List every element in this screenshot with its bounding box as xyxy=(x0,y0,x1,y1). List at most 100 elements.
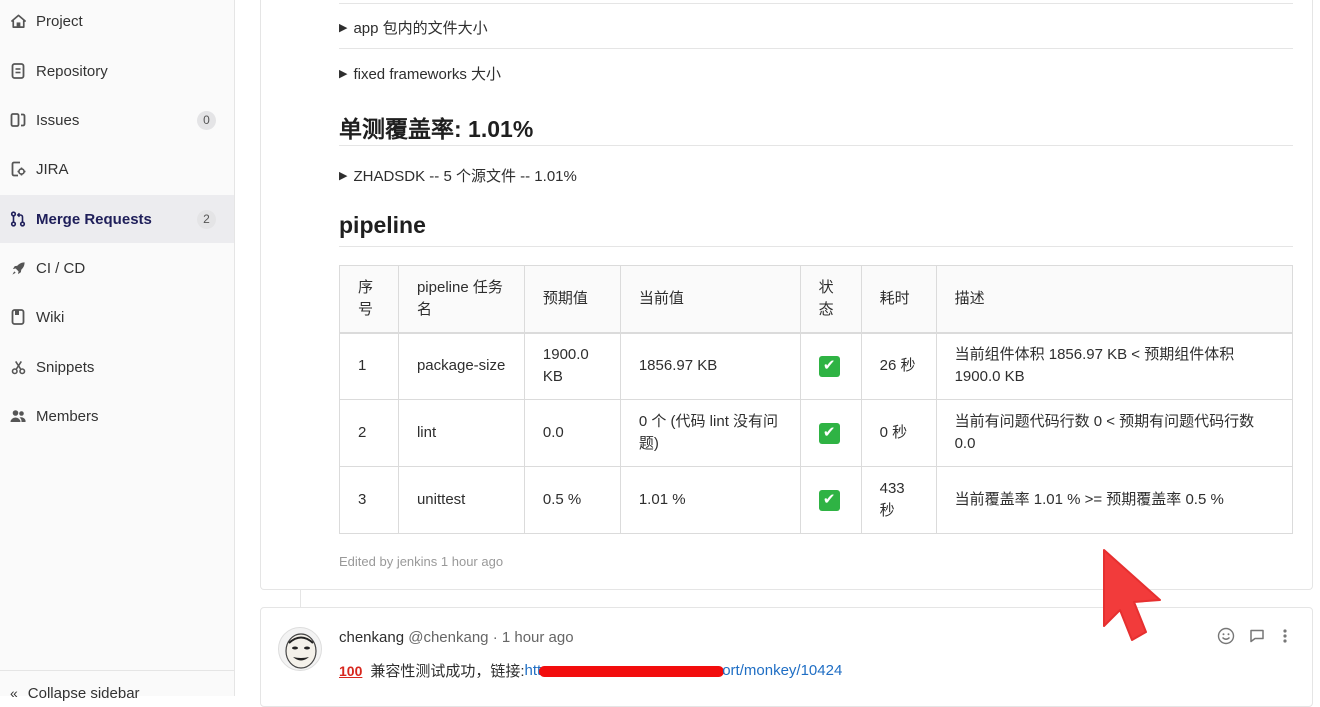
sidebar-item-project[interactable]: Project xyxy=(0,0,234,45)
cell-expected: 0.5 % xyxy=(523,466,621,534)
cell-id: 2 xyxy=(339,399,399,467)
cell-expected: 1900.0 KB xyxy=(523,332,621,400)
column-header: 预期值 xyxy=(523,265,621,334)
check-mark-icon: ✔ xyxy=(818,355,840,377)
sidebar-item-label: Issues xyxy=(36,111,80,129)
cell-current: 0 个 (代码 lint 没有问题) xyxy=(619,399,801,467)
comment-text: 兼容性测试成功，链接: xyxy=(370,663,525,680)
divider xyxy=(339,48,1293,49)
details-summary: app 包内的文件大小 xyxy=(353,20,488,37)
sidebar-item-jira[interactable]: JIRA xyxy=(0,145,234,193)
merge-request-icon xyxy=(10,211,26,227)
sidebar-item-label: Snippets xyxy=(36,358,95,376)
reply-button[interactable] xyxy=(1247,626,1267,646)
cell-description: 当前有问题代码行数 0 < 预期有问题代码行数 0.0 xyxy=(935,399,1294,467)
cell-current: 1856.97 KB xyxy=(619,332,801,400)
collapse-sidebar-button[interactable]: « Collapse sidebar xyxy=(0,670,234,702)
author-name[interactable]: chenkang xyxy=(339,629,404,646)
pipeline-heading: pipeline xyxy=(339,212,426,238)
sidebar-item-label: CI / CD xyxy=(36,259,86,277)
home-icon xyxy=(10,13,26,29)
table-row: 2 lint 0.0 0 个 (代码 lint 没有问题) ✔ 0 秒 当前有问… xyxy=(339,399,1294,467)
scissors-icon xyxy=(10,359,26,375)
users-icon xyxy=(10,408,26,424)
column-header: 当前值 xyxy=(619,265,801,334)
column-header: 状态 xyxy=(799,265,862,334)
triangle-right-icon: ▶ xyxy=(339,22,348,34)
cell-status: ✔ xyxy=(799,399,862,467)
sidebar-item-ci-cd[interactable]: CI / CD xyxy=(0,244,234,292)
sidebar-item-label: Repository xyxy=(36,62,108,80)
sidebar-item-label: Project xyxy=(36,12,83,30)
hundred-points-icon: 100 xyxy=(339,662,363,679)
author-handle[interactable]: @chenkang xyxy=(408,629,488,646)
mouse-pointer-icon xyxy=(1102,548,1164,653)
redaction-mark xyxy=(539,665,725,677)
smiley-icon xyxy=(1217,627,1235,645)
add-reaction-button[interactable] xyxy=(1216,626,1236,646)
sidebar: Project Repository Issues 0 JIRA Merge R… xyxy=(0,0,235,702)
sidebar-item-merge-requests[interactable]: Merge Requests 2 xyxy=(0,195,234,243)
double-chevron-left-icon: « xyxy=(10,685,18,701)
coverage-heading: 单测覆盖率: 1.01% xyxy=(339,116,534,142)
pipeline-table: 序号 pipeline 任务名 预期值 当前值 状态 耗时 描述 1 packa… xyxy=(339,265,1294,534)
timeline-connector xyxy=(300,590,301,607)
details-summary: ZHADSDK -- 5 个源文件 -- 1.01% xyxy=(353,168,577,185)
table-row: 1 package-size 1900.0 KB 1856.97 KB ✔ 26… xyxy=(339,332,1294,400)
sidebar-item-snippets[interactable]: Snippets xyxy=(0,343,234,391)
sidebar-item-label: JIRA xyxy=(36,160,69,178)
column-header: 耗时 xyxy=(860,265,937,334)
triangle-right-icon: ▶ xyxy=(339,68,348,80)
details-fixed-frameworks[interactable]: ▶ fixed frameworks 大小 xyxy=(339,63,501,84)
comment-link[interactable]: htt ort/monkey/10424 xyxy=(525,662,843,679)
sidebar-item-members[interactable]: Members xyxy=(0,392,234,440)
cell-task: unittest xyxy=(397,466,525,534)
jira-icon xyxy=(10,161,26,177)
cell-expected: 0.0 xyxy=(523,399,621,467)
more-actions-button[interactable] xyxy=(1275,626,1295,646)
column-header: 序号 xyxy=(339,265,399,334)
column-header: 描述 xyxy=(935,265,1294,334)
divider xyxy=(339,246,1293,247)
sidebar-item-wiki[interactable]: Wiki xyxy=(0,293,234,341)
comment-time: · 1 hour ago xyxy=(492,629,574,646)
table-header-row: 序号 pipeline 任务名 预期值 当前值 状态 耗时 描述 xyxy=(339,265,1294,334)
cell-current: 1.01 % xyxy=(619,466,801,534)
details-app-file-size[interactable]: ▶ app 包内的文件大小 xyxy=(339,17,488,38)
avatar[interactable] xyxy=(278,627,322,671)
link-end: ort/monkey/10424 xyxy=(722,662,843,679)
cell-duration: 0 秒 xyxy=(860,399,937,467)
cell-description: 当前覆盖率 1.01 % >= 预期覆盖率 0.5 % xyxy=(935,466,1294,534)
details-summary: fixed frameworks 大小 xyxy=(353,66,502,83)
sidebar-item-label: Wiki xyxy=(36,308,65,326)
cell-description: 当前组件体积 1856.97 KB < 预期组件体积 1900.0 KB xyxy=(935,332,1294,400)
document-icon xyxy=(10,63,26,79)
check-mark-icon: ✔ xyxy=(818,422,840,444)
cell-task: package-size xyxy=(397,332,525,400)
cell-status: ✔ xyxy=(799,466,862,534)
issues-icon xyxy=(10,112,26,128)
triangle-right-icon: ▶ xyxy=(339,170,348,182)
cell-duration: 433 秒 xyxy=(860,466,937,534)
comment-icon xyxy=(1250,629,1264,643)
check-mark-icon: ✔ xyxy=(818,489,840,511)
ellipsis-vertical-icon xyxy=(1283,629,1287,643)
cell-duration: 26 秒 xyxy=(860,332,937,400)
comment-author: chenkang @chenkang · 1 hour ago xyxy=(339,629,574,646)
issues-count-badge: 0 xyxy=(197,110,216,130)
edited-by-text: Edited by jenkins 1 hour ago xyxy=(339,554,504,569)
column-header: pipeline 任务名 xyxy=(397,265,525,334)
book-icon xyxy=(10,309,26,325)
merge-requests-count-badge: 2 xyxy=(197,209,216,229)
details-zhadsdk[interactable]: ▶ ZHADSDK -- 5 个源文件 -- 1.01% xyxy=(339,165,577,186)
cell-status: ✔ xyxy=(799,332,862,400)
sidebar-item-label: Merge Requests xyxy=(36,210,152,228)
divider xyxy=(339,145,1293,146)
rocket-icon xyxy=(10,260,26,276)
sidebar-item-issues[interactable]: Issues 0 xyxy=(0,96,234,144)
sidebar-item-repository[interactable]: Repository xyxy=(0,47,234,95)
divider xyxy=(339,3,1293,4)
cell-id: 3 xyxy=(339,466,399,534)
comment-body: 100 兼容性测试成功，链接: htt ort/monkey/10424 xyxy=(339,660,842,681)
sidebar-item-label: Members xyxy=(36,407,99,425)
